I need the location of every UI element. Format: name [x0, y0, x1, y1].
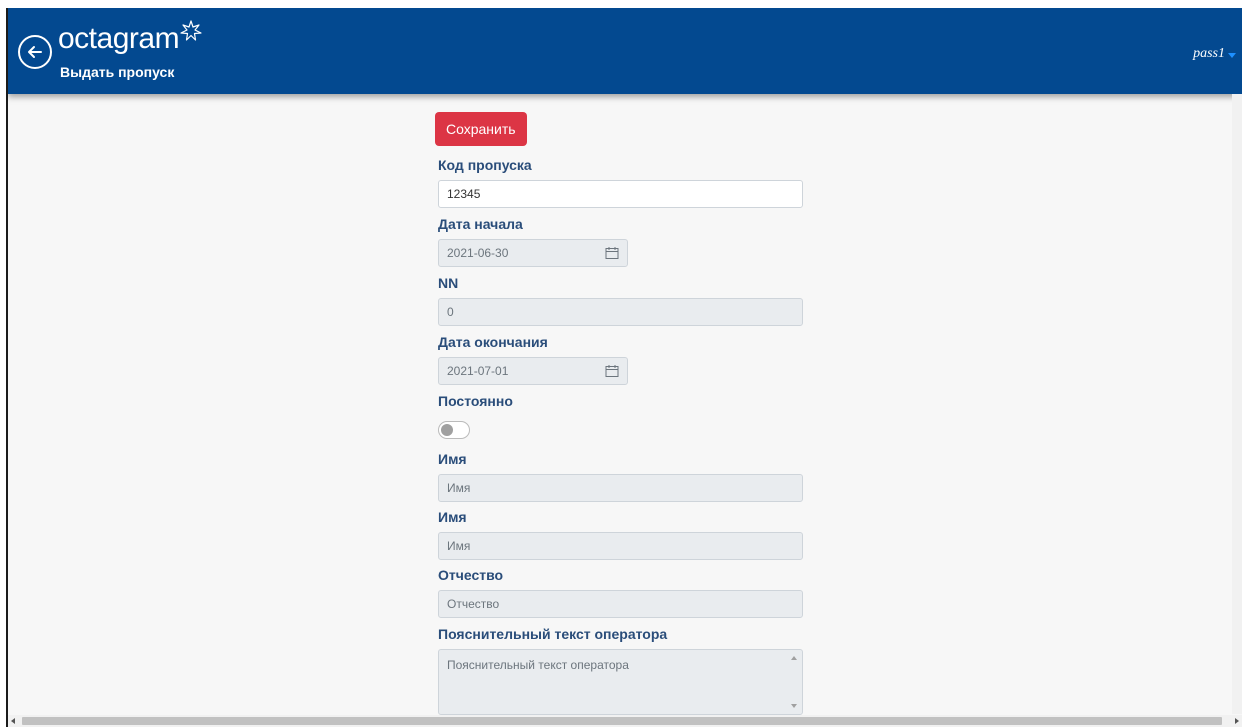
horizontal-scroll-thumb[interactable]: [22, 717, 1222, 725]
app-window: octagram Выдать пропуск pass1 Сохранить …: [8, 8, 1242, 727]
pass-code-label: Код пропуска: [438, 157, 532, 173]
start-date-value: 2021-06-30: [447, 246, 509, 260]
page-title: Выдать пропуск: [60, 64, 175, 80]
textarea-scroll-down-icon[interactable]: [791, 704, 797, 708]
scroll-right-icon[interactable]: [1235, 718, 1239, 724]
patronymic-label: Отчество: [438, 567, 504, 583]
scroll-left-icon[interactable]: [11, 718, 15, 724]
second-name-label: Имя: [438, 509, 467, 525]
nn-value: 0: [447, 305, 454, 319]
operator-text-label: Пояснительный текст оператора: [438, 626, 668, 642]
user-menu[interactable]: pass1: [1193, 46, 1236, 62]
end-date-label: Дата окончания: [438, 334, 548, 350]
first-name-input[interactable]: Имя: [438, 474, 803, 502]
patronymic-input[interactable]: Отчество: [438, 590, 803, 618]
start-date-label: Дата начала: [438, 216, 523, 232]
second-name-placeholder: Имя: [447, 539, 471, 553]
nn-input: 0: [438, 298, 803, 326]
back-arrow-icon: [28, 46, 42, 58]
textarea-scroll-up-icon[interactable]: [791, 656, 797, 660]
nn-label: NN: [438, 275, 459, 291]
operator-text-area[interactable]: Пояснительный текст оператора: [438, 649, 803, 715]
pass-code-value: 12345: [447, 187, 481, 201]
vertical-scrollbar[interactable]: [1232, 94, 1242, 714]
end-date-input[interactable]: 2021-07-01: [438, 357, 628, 385]
calendar-icon[interactable]: [605, 364, 619, 378]
user-name: pass1: [1193, 46, 1225, 61]
patronymic-placeholder: Отчество: [447, 597, 500, 611]
calendar-icon[interactable]: [605, 246, 619, 260]
pass-code-input[interactable]: 12345: [438, 180, 803, 208]
start-date-input[interactable]: 2021-06-30: [438, 239, 628, 267]
horizontal-scrollbar[interactable]: [8, 715, 1242, 727]
save-button[interactable]: Сохранить: [435, 112, 527, 146]
star-icon: [180, 20, 202, 41]
window-left-edge: [0, 0, 8, 727]
logo-text: octagram: [58, 22, 180, 55]
toggle-knob: [441, 424, 453, 436]
operator-text-placeholder: Пояснительный текст оператора: [447, 658, 629, 672]
permanent-toggle[interactable]: [438, 421, 470, 439]
end-date-value: 2021-07-01: [447, 364, 509, 378]
back-button[interactable]: [18, 35, 52, 69]
permanent-label: Постоянно: [438, 393, 513, 409]
second-name-input[interactable]: Имя: [438, 532, 803, 560]
first-name-placeholder: Имя: [447, 481, 471, 495]
caret-down-icon: [1228, 52, 1236, 58]
first-name-label: Имя: [438, 451, 467, 467]
top-navbar: octagram Выдать пропуск pass1: [8, 8, 1242, 94]
